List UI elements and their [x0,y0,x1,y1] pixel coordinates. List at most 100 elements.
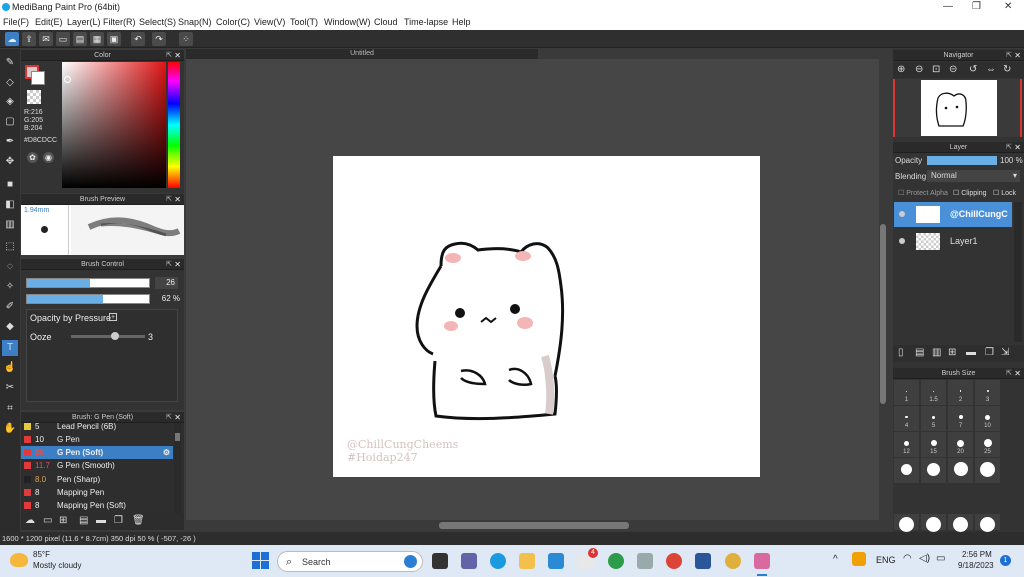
fit-icon[interactable]: ⊡ [932,64,940,75]
hue-slider[interactable] [168,62,180,188]
medibang-icon[interactable] [754,553,770,569]
restore-icon[interactable]: ❐ [972,1,981,12]
popout-icon[interactable]: ⇱ [166,50,172,61]
search-box[interactable]: ⌕ Search [277,551,423,572]
menu-edit[interactable]: Edit(E) [35,17,63,27]
mail-icon[interactable]: 4 [578,548,598,569]
page-icon[interactable]: ▤ [73,32,87,46]
menu-help[interactable]: Help [452,17,471,27]
close-panel-icon[interactable]: ✕ [174,412,181,423]
undo-icon[interactable]: ↶ [131,32,145,46]
palette-icon[interactable]: ✿ [27,152,38,163]
brush-size-value[interactable]: 26 [155,277,178,289]
magic-wand-icon[interactable]: ✧ [2,279,18,295]
comment-icon[interactable]: ✉ [39,32,53,46]
brush-size-cell[interactable] [975,514,1000,532]
rotate-right-icon[interactable]: ↻ [1003,64,1011,75]
divide-tool-icon[interactable]: ✂ [2,380,18,396]
select-rect-icon[interactable]: ⬚ [2,239,18,255]
menu-cloud[interactable]: Cloud [374,17,398,27]
brush-item[interactable]: 8.0 Pen (Sharp) [21,473,173,486]
layer-opacity-slider[interactable] [927,156,997,165]
brush-size-cell[interactable] [948,458,973,483]
pressure-toggle[interactable]: + [109,313,117,321]
select-pen-icon[interactable]: ✐ [2,299,18,315]
notification-badge[interactable]: 1 [1000,555,1011,566]
popout-icon[interactable]: ⇱ [166,194,172,205]
cloud-icon[interactable]: ☁ [5,32,19,46]
brush-size-cell[interactable]: 5 [921,406,946,431]
close-panel-icon[interactable]: ✕ [174,259,181,270]
flip-icon[interactable]: ⇔ [986,64,996,75]
tray-app-icon[interactable] [852,552,866,566]
windows-start-icon[interactable] [252,552,270,570]
duplicate-icon[interactable]: ❐ [114,515,123,526]
add-brush-icon[interactable]: ⊞ [59,515,67,526]
teams-icon[interactable] [461,553,477,569]
wifi-icon[interactable]: ◠ [903,553,912,564]
close-panel-icon[interactable]: ✕ [1014,142,1021,153]
horizontal-scrollbar[interactable] [186,520,880,530]
layer-scrollbar[interactable] [1014,202,1022,342]
text-tool-icon[interactable]: T [2,340,18,356]
close-panel-icon[interactable]: ✕ [174,194,181,205]
new-halftone-layer-icon[interactable]: ▤ [915,347,924,358]
zoom-out-icon[interactable]: ⊖ [915,64,923,75]
vertical-scrollbar[interactable] [879,59,887,523]
minimize-icon[interactable]: — [943,1,953,12]
operation-tool-icon[interactable]: ☝ [2,360,18,376]
brush-size-cell[interactable] [975,458,1000,483]
menu-window[interactable]: Window(W) [324,17,371,27]
move-tool-icon[interactable]: ✥ [2,154,18,170]
task-view-icon[interactable] [432,553,448,569]
selection-icon[interactable]: ⁘ [179,32,193,46]
fill-rect-icon[interactable]: ■ [2,177,18,193]
brush-size-cell[interactable]: 2 [948,380,973,405]
store-icon[interactable] [548,553,564,569]
transparent-color[interactable] [27,90,41,104]
delete-icon[interactable]: 🗑 [132,515,145,526]
brush-item[interactable]: 11.7 G Pen (Smooth) [21,459,173,472]
brush-item-selected[interactable]: 26 G Pen (Soft) ⚙ [21,446,173,459]
blending-select[interactable]: Normal ▾ [927,170,1020,182]
ooze-slider[interactable] [71,335,145,338]
share-icon[interactable]: ⇪ [22,32,36,46]
menu-color[interactable]: Color(C) [216,17,250,27]
popout-icon[interactable]: ⇱ [1006,142,1012,153]
grid-icon[interactable]: ▦ [90,32,104,46]
brush-item[interactable]: 8 Mapping Pen [21,486,173,499]
popout-icon[interactable]: ⇱ [1006,368,1012,379]
brush-tool-icon[interactable]: ✎ [2,55,18,71]
close-panel-icon[interactable]: ✕ [1014,50,1021,61]
pages-icon[interactable]: ▣ [107,32,121,46]
menu-layer[interactable]: Layer(L) [67,17,101,27]
new-layer-icon[interactable]: ▯ [898,347,904,358]
bucket-tool-icon[interactable]: ◧ [2,197,18,213]
close-icon[interactable]: ✕ [1004,1,1012,12]
protect-alpha-checkbox[interactable]: ☐ Protect Alpha [898,189,948,197]
menu-select[interactable]: Select(S) [139,17,176,27]
brush-list-scrollbar[interactable] [174,423,181,513]
brush-size-cell[interactable]: 15 [921,432,946,457]
redo-icon[interactable]: ↷ [152,32,166,46]
brush-item[interactable]: 8 Mapping Pen (Soft) [21,499,173,512]
eraser-tool-icon[interactable]: ◇ [2,75,18,91]
battery-icon[interactable]: ▭ [936,553,945,564]
menu-time-lapse[interactable]: Time-lapse [404,17,448,27]
brush-size-slider[interactable] [26,278,150,288]
brush-size-cell[interactable]: 10 [975,406,1000,431]
weather-icon[interactable] [10,553,28,567]
menu-file[interactable]: File(F) [3,17,29,27]
brush-size-cell[interactable]: 12 [894,432,919,457]
layer-row-selected[interactable]: @ChillCungC [894,202,1012,227]
hand-tool-icon[interactable]: ✋ [2,421,18,437]
chevron-up-icon[interactable]: ^ [833,554,838,565]
brush-size-cell[interactable] [921,458,946,483]
menu-filter[interactable]: Filter(R) [103,17,136,27]
clipping-checkbox[interactable]: ☐ Clipping [953,189,987,197]
chat-icon[interactable]: ▭ [56,32,70,46]
volume-icon[interactable]: ◁) [919,553,930,564]
brush-size-cell[interactable]: 20 [948,432,973,457]
word-icon[interactable] [695,553,711,569]
rotate-left-icon[interactable]: ↺ [969,64,977,75]
